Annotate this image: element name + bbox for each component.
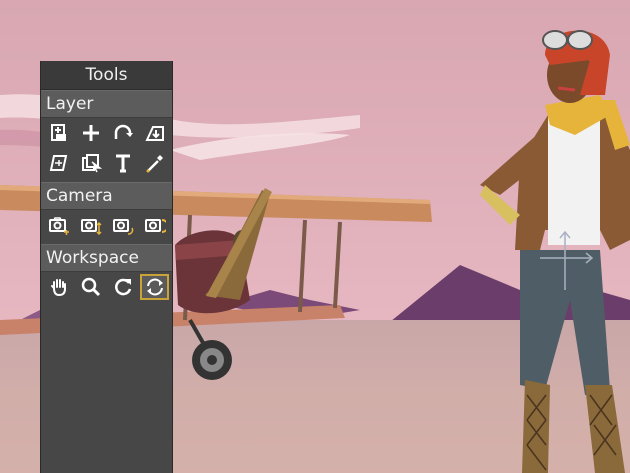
layer-down-tool[interactable] <box>140 120 169 146</box>
move-tool[interactable] <box>77 120 106 146</box>
orbit-icon <box>146 278 163 296</box>
camera-pan-tool[interactable] <box>140 212 169 238</box>
camera-tools-row <box>41 210 172 240</box>
camera-rotate-tool[interactable] <box>109 212 138 238</box>
camera-zoom-icon <box>81 219 102 236</box>
text-icon <box>115 154 130 173</box>
workspace-tools-row <box>41 272 172 302</box>
refresh-tool[interactable] <box>108 274 137 300</box>
transform-tool[interactable] <box>45 150 74 176</box>
layer-add-tool[interactable] <box>45 120 74 146</box>
zoom-tool[interactable] <box>77 274 106 300</box>
layer-down-icon <box>145 126 164 141</box>
camera-move-tool[interactable] <box>45 212 74 238</box>
tools-panel: Tools Layer Camera Workspace <box>40 61 173 473</box>
layer-select-tool[interactable] <box>77 150 106 176</box>
section-header-camera: Camera <box>41 182 172 210</box>
camera-zoom-tool[interactable] <box>77 212 106 238</box>
eyedropper-icon <box>146 155 163 173</box>
zoom-icon <box>81 277 101 297</box>
eyedropper-tool[interactable] <box>140 150 169 176</box>
section-header-layer: Layer <box>41 90 172 118</box>
transform-icon <box>50 155 68 171</box>
camera-move-icon <box>49 217 70 235</box>
layer-select-icon <box>82 154 103 173</box>
refresh-icon <box>114 278 131 296</box>
hand-icon <box>51 279 67 297</box>
layer-add-icon <box>51 124 67 141</box>
rotate-arc-icon <box>114 124 133 139</box>
layer-tools-row-2 <box>41 148 172 178</box>
hand-tool[interactable] <box>45 274 74 300</box>
orbit-tool[interactable] <box>140 274 169 300</box>
text-tool[interactable] <box>109 150 138 176</box>
camera-pan-icon <box>144 219 166 233</box>
move-plus-icon <box>83 125 100 141</box>
layer-tools-row-1 <box>41 118 172 148</box>
panel-title: Tools <box>41 61 172 90</box>
rotate-tool[interactable] <box>109 120 138 146</box>
section-header-workspace: Workspace <box>41 244 172 272</box>
camera-rotate-icon <box>112 219 134 235</box>
